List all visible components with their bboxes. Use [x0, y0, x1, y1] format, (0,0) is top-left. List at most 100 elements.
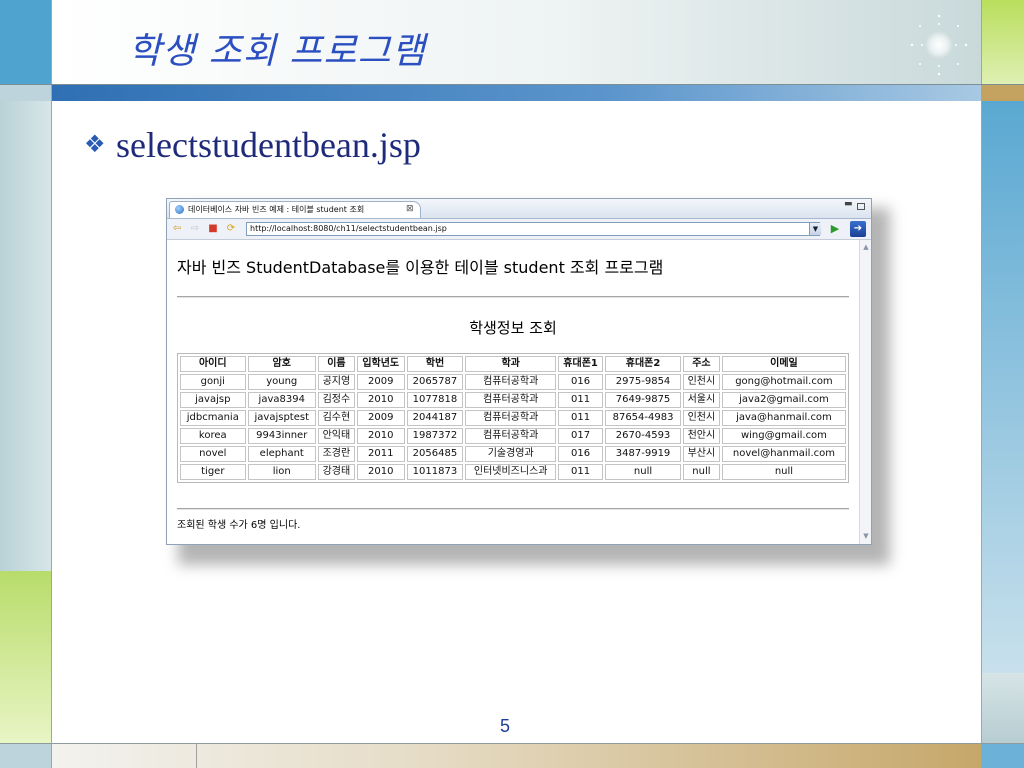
table-cell: gong@hotmail.com — [721, 374, 846, 390]
table-cell: 천안시 — [682, 428, 720, 444]
table-cell: 2056485 — [406, 446, 464, 462]
right-frame-block-band — [982, 85, 1024, 101]
table-cell: 1987372 — [406, 428, 464, 444]
go-icon[interactable]: ▶ — [828, 222, 842, 236]
table-cell: 컴퓨터공학과 — [465, 392, 557, 408]
table-cell: lion — [247, 464, 316, 480]
table-cell: 안익태 — [317, 428, 355, 444]
back-arrow-icon[interactable]: ⇦ — [171, 223, 183, 235]
left-frame-block-top — [0, 0, 51, 85]
bottom-divider — [0, 743, 1024, 744]
minimize-icon[interactable]: ▬ — [844, 200, 853, 210]
column-header: 학과 — [465, 356, 557, 372]
table-cell: 2011 — [356, 446, 405, 462]
table-cell: 2044187 — [406, 410, 464, 426]
blue-band — [52, 85, 981, 101]
slide-title: 학생 조회 프로그램 — [128, 31, 426, 72]
vertical-scrollbar[interactable]: ▲ ▼ — [859, 240, 871, 544]
bottom-separator — [196, 743, 197, 768]
left-frame-block-middle — [0, 101, 51, 571]
table-cell: 인천시 — [682, 374, 720, 390]
sparkle-icon — [910, 14, 968, 76]
slide-subtitle: selectstudentbean.jsp — [116, 125, 421, 165]
table-cell: 김수현 — [317, 410, 355, 426]
diamond-bullet-icon: ❖ — [84, 130, 106, 158]
table-cell: young — [247, 374, 316, 390]
left-frame-divider — [51, 0, 52, 768]
table-cell: 2010 — [356, 428, 405, 444]
address-bar[interactable]: http://localhost:8080/ch11/selectstudent… — [246, 222, 820, 236]
table-cell: 강경태 — [317, 464, 355, 480]
table-row: javajsp java8394 김정수 2010 1077818 컴퓨터공학과… — [180, 392, 846, 408]
horizontal-rule — [177, 296, 849, 298]
table-cell: 공지영 — [317, 374, 355, 390]
url-text: http://localhost:8080/ch11/selectstudent… — [250, 224, 447, 233]
left-frame-block-bottom — [0, 743, 51, 768]
table-cell: 017 — [558, 428, 604, 444]
student-table: 아이디 암호 이름 입학년도 학번 학과 휴대폰1 휴대폰2 주소 이메일 go… — [177, 353, 849, 483]
navigation-bar: ⇦ ⇨ ■ ⟳ http://localhost:8080/ch11/selec… — [167, 219, 871, 240]
table-cell: 조경란 — [317, 446, 355, 462]
column-header: 암호 — [247, 356, 316, 372]
right-frame-block-bottom — [982, 743, 1024, 768]
forward-arrow-icon[interactable]: ⇨ — [189, 223, 201, 235]
bottom-band — [52, 743, 981, 768]
table-cell: elephant — [247, 446, 316, 462]
column-header: 이메일 — [721, 356, 846, 372]
table-cell: javajsptest — [247, 410, 316, 426]
right-frame-block-top — [982, 0, 1024, 85]
table-cell: java@hanmail.com — [721, 410, 846, 426]
table-cell: 2009 — [356, 410, 405, 426]
table-cell: java2@gmail.com — [721, 392, 846, 408]
table-cell: 016 — [558, 374, 604, 390]
table-cell: 011 — [558, 410, 604, 426]
table-cell: 2010 — [356, 392, 405, 408]
table-cell: 서울시 — [682, 392, 720, 408]
table-cell: 김정수 — [317, 392, 355, 408]
table-row: jdbcmania javajsptest 김수현 2009 2044187 컴… — [180, 410, 846, 426]
tab-close-icon[interactable]: ⊠ — [406, 202, 414, 217]
page-content: 자바 빈즈 StudentDatabase를 이용한 테이블 student 조… — [167, 240, 859, 544]
table-cell: 1011873 — [406, 464, 464, 480]
table-cell: 컴퓨터공학과 — [465, 374, 557, 390]
table-row: tiger lion 강경태 2010 1011873 인터넷비즈니스과 011… — [180, 464, 846, 480]
table-cell: 7649-9875 — [605, 392, 681, 408]
right-frame-block-middle — [982, 101, 1024, 673]
table-cell: gonji — [180, 374, 246, 390]
table-cell: korea — [180, 428, 246, 444]
table-cell: 016 — [558, 446, 604, 462]
table-cell: novel — [180, 446, 246, 462]
table-cell: 2670-4593 — [605, 428, 681, 444]
table-cell: 컴퓨터공학과 — [465, 410, 557, 426]
table-row: novel elephant 조경란 2011 2056485 기술경영과 01… — [180, 446, 846, 462]
table-cell: 2009 — [356, 374, 405, 390]
table-cell: 인천시 — [682, 410, 720, 426]
table-cell: 87654-4983 — [605, 410, 681, 426]
table-cell: 2975-9854 — [605, 374, 681, 390]
table-cell: 기술경영과 — [465, 446, 557, 462]
tab-strip: 데이터베이스 자바 빈즈 예제 : 테이블 student 조회 ⊠ ▬ — [167, 199, 871, 219]
table-cell: wing@gmail.com — [721, 428, 846, 444]
refresh-icon[interactable]: ⟳ — [225, 223, 237, 235]
chevron-down-icon[interactable]: ▼ — [809, 223, 821, 235]
page-heading: 자바 빈즈 StudentDatabase를 이용한 테이블 student 조… — [177, 258, 664, 277]
scroll-up-icon[interactable]: ▲ — [861, 242, 871, 252]
table-cell: 3487-9919 — [605, 446, 681, 462]
table-cell: novel@hanmail.com — [721, 446, 846, 462]
browser-tab[interactable]: 데이터베이스 자바 빈즈 예제 : 테이블 student 조회 ⊠ — [169, 201, 421, 218]
table-cell: null — [721, 464, 846, 480]
table-row: gonji young 공지영 2009 2065787 컴퓨터공학과 016 … — [180, 374, 846, 390]
tab-title: 데이터베이스 자바 빈즈 예제 : 테이블 student 조회 — [188, 205, 365, 214]
result-count-text: 조회된 학생 수가 6명 입니다. — [177, 520, 301, 531]
left-frame-block-band — [0, 85, 51, 101]
table-cell: java8394 — [247, 392, 316, 408]
right-frame-block-lower — [982, 673, 1024, 743]
right-frame-divider — [981, 0, 982, 768]
table-cell: 2010 — [356, 464, 405, 480]
navigate-icon[interactable]: ➔ — [850, 221, 866, 237]
table-cell: 부산시 — [682, 446, 720, 462]
maximize-icon[interactable] — [857, 203, 865, 210]
table-cell: javajsp — [180, 392, 246, 408]
scroll-down-icon[interactable]: ▼ — [861, 531, 871, 541]
stop-icon[interactable]: ■ — [207, 223, 219, 235]
